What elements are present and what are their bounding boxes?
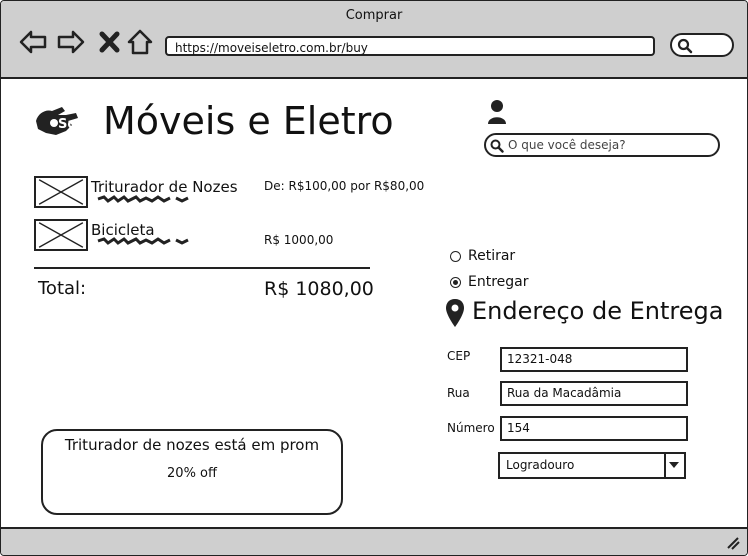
browser-search-box[interactable] (670, 33, 734, 57)
radio-entregar[interactable] (450, 277, 461, 288)
delivery-address-title: Endereço de Entrega (472, 297, 724, 325)
numero-label: Número (447, 421, 495, 435)
divider (34, 267, 370, 269)
total-label: Total: (38, 278, 87, 299)
address-bar[interactable]: https://moveiseletro.com.br/buy (165, 36, 655, 56)
resize-grip-icon[interactable] (725, 535, 741, 551)
status-bar (1, 527, 747, 555)
stop-icon[interactable] (95, 27, 125, 57)
search-icon (677, 38, 693, 54)
window-title: Comprar (345, 8, 403, 23)
site-search-input[interactable]: O que você deseja? (484, 133, 720, 157)
promo-text: Triturador de nozes está em prom (64, 436, 320, 454)
radio-selected-dot (452, 279, 458, 285)
cart-item-price: De: R$100,00 por R$80,00 (264, 179, 425, 193)
forward-icon[interactable] (56, 27, 86, 57)
product-image-placeholder[interactable] (34, 219, 88, 251)
product-image-placeholder[interactable] (34, 176, 88, 208)
numero-input[interactable]: 154 (500, 416, 688, 441)
logradouro-select[interactable]: Logradouro (498, 452, 686, 479)
search-icon (490, 139, 504, 153)
promo-discount: 20% off (167, 466, 217, 481)
user-icon[interactable] (486, 99, 508, 125)
select-value: Logradouro (506, 458, 575, 472)
radio-label-retirar: Retirar (468, 248, 516, 264)
cart-item-name[interactable]: Triturador de Nozes (91, 178, 238, 196)
dropdown-arrow[interactable] (664, 454, 684, 477)
logo-icon: Sg (36, 107, 78, 135)
cep-label: CEP (447, 349, 471, 363)
cart-item-price: R$ 1000,00 (264, 233, 334, 247)
svg-text:Sg: Sg (58, 117, 77, 132)
back-icon[interactable] (18, 27, 48, 57)
site-title: Móveis e Eletro (103, 99, 394, 143)
rua-label: Rua (447, 386, 470, 400)
browser-titlebar: Comprar https://moveiseletro.com.br/buy (1, 1, 747, 79)
location-pin-icon (446, 299, 464, 327)
home-icon[interactable] (125, 27, 155, 57)
promo-banner[interactable]: Triturador de nozes está em prom 20% off (41, 429, 343, 515)
chevron-down-icon (669, 462, 679, 468)
total-value: R$ 1080,00 (264, 278, 374, 300)
cep-input[interactable]: 12321-048 (500, 347, 688, 372)
radio-retirar[interactable] (450, 251, 461, 262)
item-description-scribble (97, 195, 189, 203)
rua-input[interactable]: Rua da Macadâmia (500, 381, 688, 406)
radio-label-entregar: Entregar (468, 274, 529, 290)
item-description-scribble (97, 237, 189, 245)
browser-window: Comprar https://moveiseletro.com.br/buy … (0, 0, 748, 556)
